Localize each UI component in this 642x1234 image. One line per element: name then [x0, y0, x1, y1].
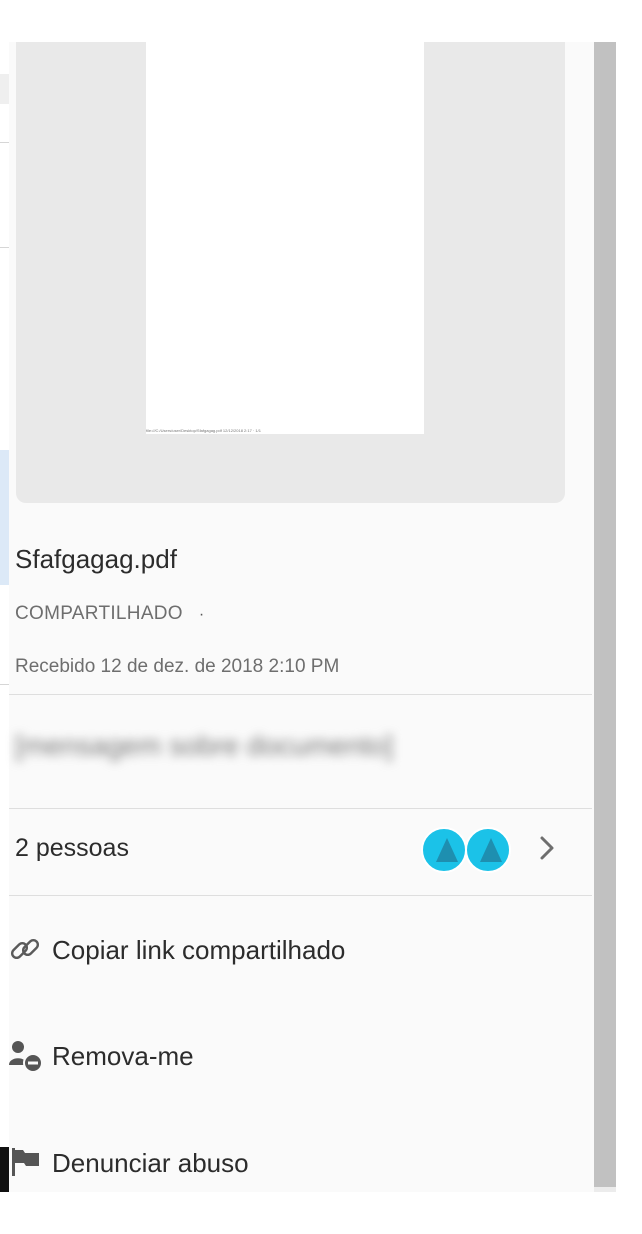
- left-row-highlight: [0, 74, 9, 104]
- remove-me-label: Remova-me: [52, 1041, 194, 1071]
- people-row[interactable]: 2 pessoas: [9, 809, 592, 896]
- divider: [9, 694, 592, 695]
- preview-footer-text: file:///C:/Users/user/Desktop/Sfafgagag.…: [146, 428, 261, 433]
- copy-link-button[interactable]: Copiar link compartilhado: [9, 921, 592, 981]
- status-separator: ·: [198, 606, 205, 623]
- people-count-label: 2 pessoas: [15, 834, 129, 862]
- file-preview[interactable]: file:///C:/Users/user/Desktop/Sfafgagag.…: [16, 42, 565, 503]
- left-divider: [0, 142, 9, 143]
- shared-message: [mensagem sobre documento]: [15, 730, 394, 761]
- left-divider: [0, 247, 9, 248]
- share-status-label: COMPARTILHADO: [15, 603, 183, 624]
- avatar: [421, 827, 467, 873]
- copy-link-label: Copiar link compartilhado: [52, 935, 346, 965]
- remove-me-button[interactable]: Remova-me: [9, 1027, 592, 1087]
- report-abuse-button[interactable]: Denunciar abuso: [9, 1134, 592, 1194]
- left-divider: [0, 684, 9, 685]
- scrollbar-thumb[interactable]: [594, 42, 616, 1187]
- remove-user-icon: [9, 1039, 43, 1073]
- scrollbar-track[interactable]: [594, 42, 616, 1192]
- report-abuse-label: Denunciar abuso: [52, 1148, 249, 1178]
- link-icon: [9, 933, 41, 965]
- left-selected-row: [0, 450, 9, 585]
- left-dark-block: [0, 1147, 9, 1192]
- preview-page: file:///C:/Users/user/Desktop/Sfafgagag.…: [146, 42, 424, 434]
- chevron-right-icon: [539, 835, 555, 868]
- avatar: [465, 827, 511, 873]
- divider: [9, 895, 592, 896]
- flag-icon: [9, 1146, 41, 1178]
- file-name: Sfafgagag.pdf: [15, 544, 177, 574]
- file-details-panel: file:///C:/Users/user/Desktop/Sfafgagag.…: [9, 42, 594, 1192]
- share-status: COMPARTILHADO ·: [15, 603, 205, 625]
- received-date: Recebido 12 de dez. de 2018 2:10 PM: [15, 656, 340, 677]
